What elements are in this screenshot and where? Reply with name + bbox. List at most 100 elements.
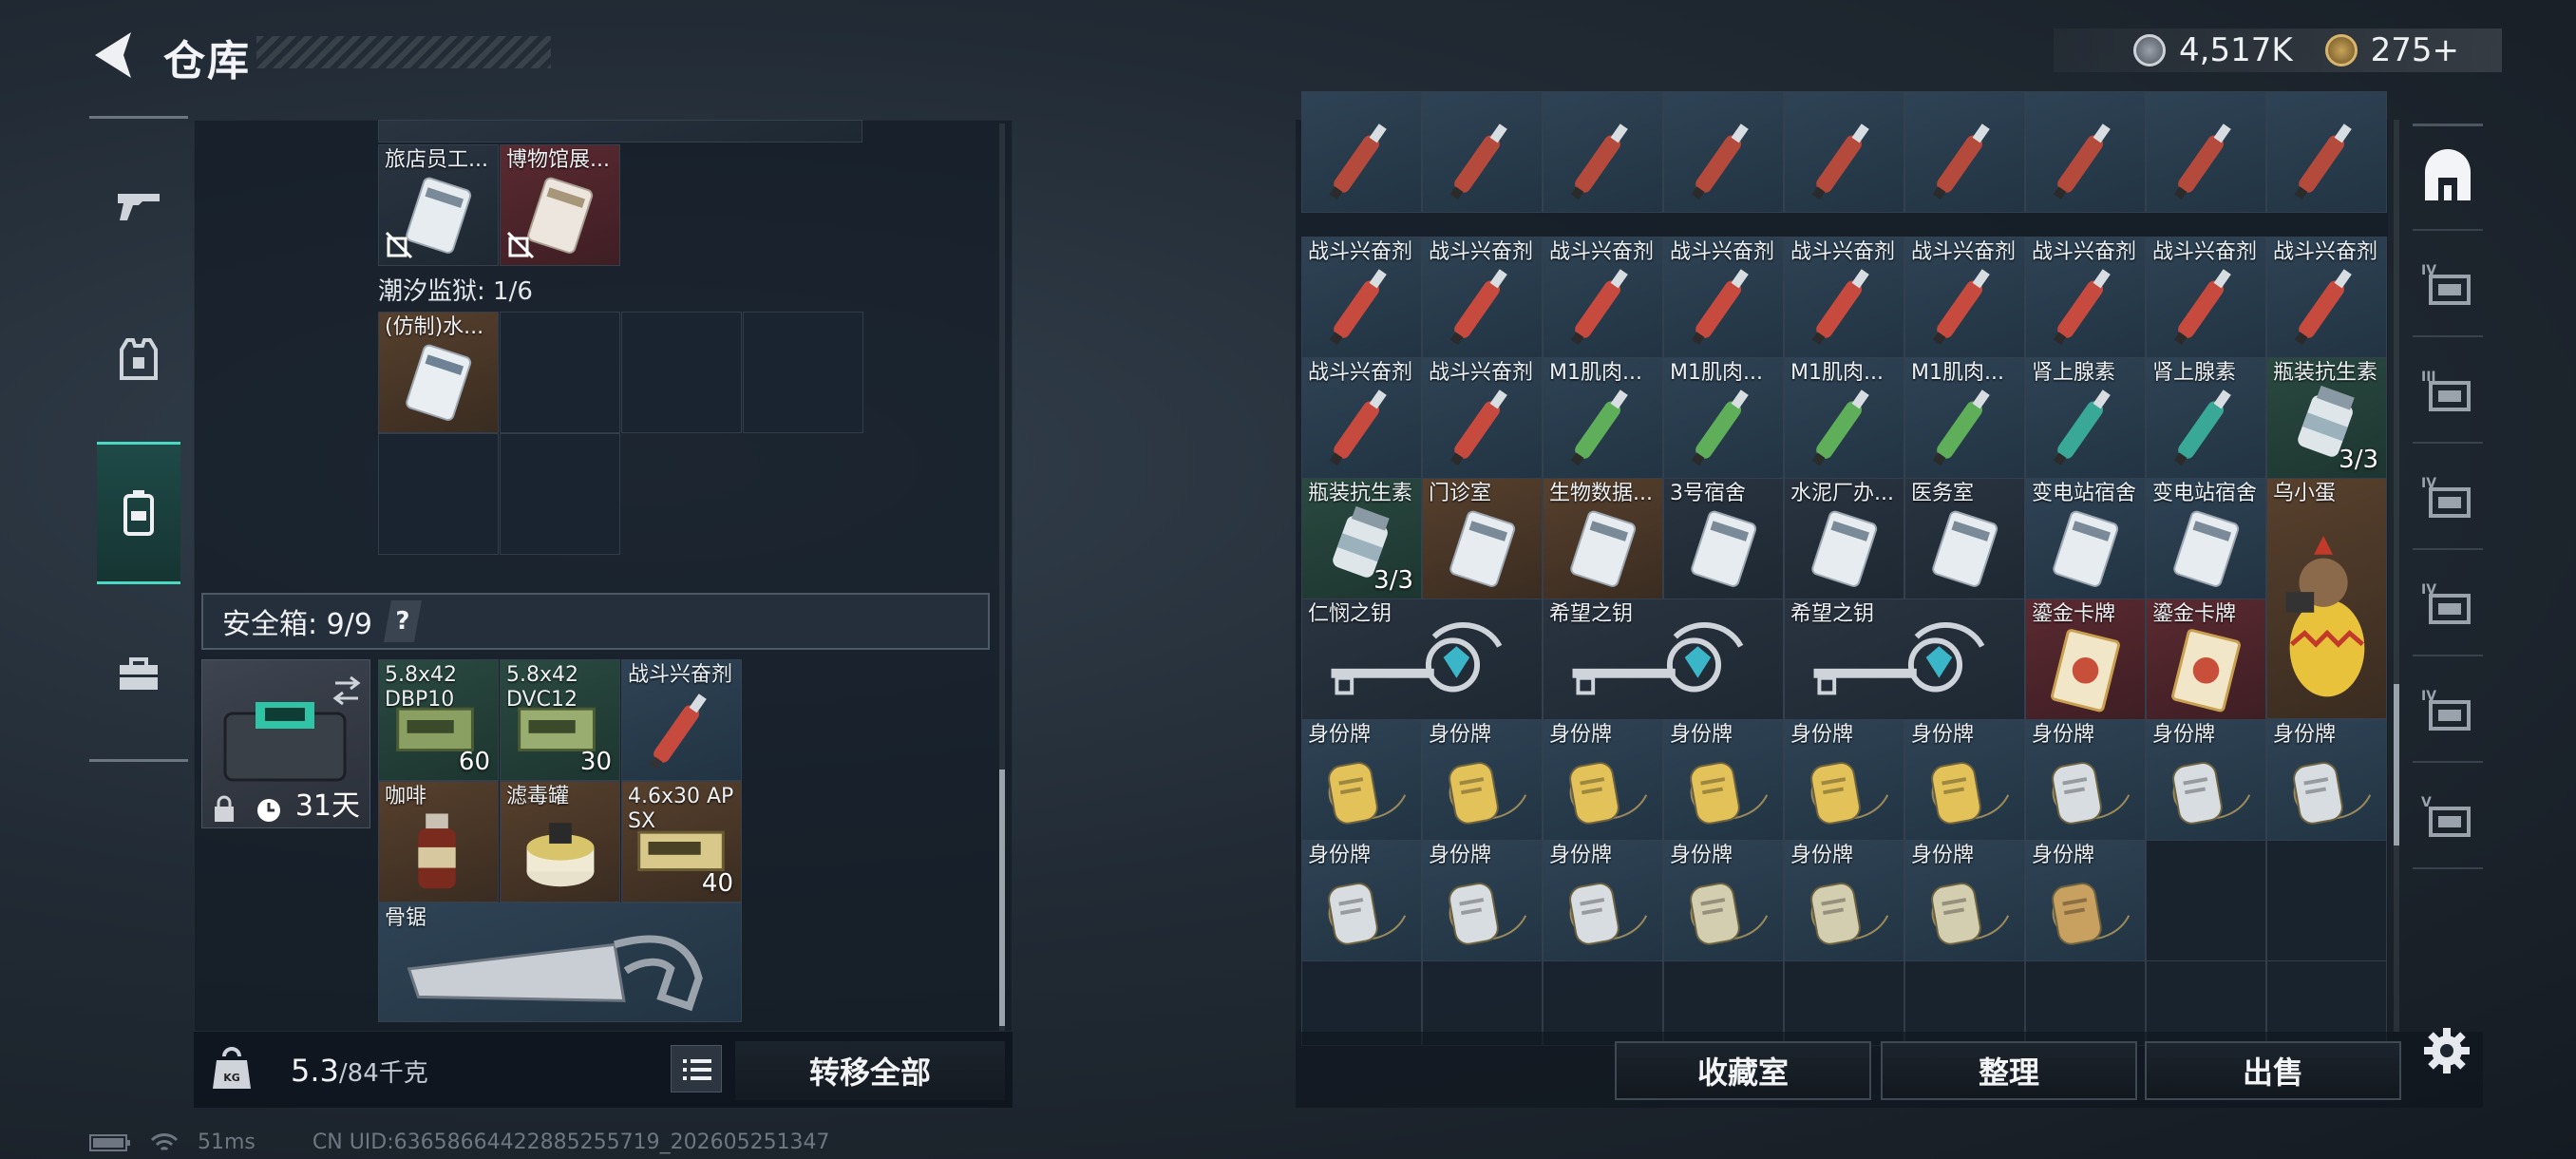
warehouse-item[interactable]: 变电站宿舍: [2025, 478, 2146, 600]
warehouse-item[interactable]: [2025, 91, 2146, 213]
warehouse-item[interactable]: 身份牌: [1543, 719, 1663, 842]
sort-button[interactable]: 整理: [1881, 1041, 2137, 1100]
settings-button[interactable]: [2418, 1022, 2475, 1079]
warehouse-item[interactable]: 战斗兴奋剂: [1422, 357, 1543, 480]
list-view-button[interactable]: [671, 1045, 722, 1092]
warehouse-item[interactable]: 医务室: [1904, 478, 2025, 600]
warehouse-tab-1[interactable]: [2413, 126, 2483, 231]
warehouse-item[interactable]: 战斗兴奋剂: [1904, 237, 2025, 359]
item-label: 医务室: [1911, 482, 1975, 506]
safebox-card[interactable]: 31天: [201, 659, 370, 828]
empty-slot[interactable]: [2266, 840, 2387, 962]
warehouse-item[interactable]: 希望之钥: [1784, 598, 2025, 720]
warehouse-item[interactable]: 战斗兴奋剂: [1663, 237, 1784, 359]
warehouse-item[interactable]: 肾上腺素: [2025, 357, 2146, 480]
safebox-item[interactable]: 4.6x30 AP SX 40: [621, 781, 742, 902]
warehouse-item[interactable]: [1301, 91, 1422, 213]
warehouse-item[interactable]: [1543, 91, 1663, 213]
collection-room-button[interactable]: 收藏室: [1615, 1041, 1871, 1100]
tab-armor[interactable]: [97, 316, 180, 402]
warehouse-item[interactable]: [1904, 91, 2025, 213]
warehouse-tab-6[interactable]: IV: [2413, 658, 2483, 763]
warehouse-item[interactable]: 战斗兴奋剂: [2146, 237, 2266, 359]
safebox-item[interactable]: 战斗兴奋剂: [621, 659, 742, 781]
warehouse-item[interactable]: 身份牌: [1663, 719, 1784, 842]
warehouse-item[interactable]: 战斗兴奋剂: [1543, 237, 1663, 359]
empty-slot[interactable]: [621, 312, 742, 433]
safebox-item[interactable]: 咖啡: [378, 781, 499, 902]
warehouse-item[interactable]: 生物数据...: [1543, 478, 1663, 600]
warehouse-scrollbar[interactable]: [2394, 120, 2399, 1032]
warehouse-item[interactable]: M1肌肉...: [1663, 357, 1784, 480]
empty-slot[interactable]: [743, 312, 863, 433]
warehouse-item[interactable]: 身份牌: [2025, 840, 2146, 962]
warehouse-item[interactable]: 身份牌: [1301, 840, 1422, 962]
warehouse-item[interactable]: 战斗兴奋剂: [2266, 237, 2387, 359]
warehouse-item[interactable]: 身份牌: [1663, 840, 1784, 962]
warehouse-item[interactable]: 瓶装抗生素 3/3: [1301, 478, 1422, 600]
warehouse-item[interactable]: 身份牌: [2266, 719, 2387, 842]
warehouse-item[interactable]: 身份牌: [1301, 719, 1422, 842]
warehouse-item[interactable]: 鎏金卡牌: [2146, 598, 2266, 721]
warehouse-scrollbar-thumb[interactable]: [2394, 684, 2399, 846]
warehouse-item[interactable]: 3号宿舍: [1663, 478, 1784, 600]
warehouse-item[interactable]: [1784, 91, 1904, 213]
warehouse-item[interactable]: 战斗兴奋剂: [1301, 357, 1422, 480]
warehouse-item[interactable]: 战斗兴奋剂: [2025, 237, 2146, 359]
warehouse-item[interactable]: 战斗兴奋剂: [1301, 237, 1422, 359]
backpack-item[interactable]: 旅店员工...: [378, 144, 499, 266]
warehouse-item[interactable]: 变电站宿舍: [2146, 478, 2266, 600]
warehouse-item[interactable]: 战斗兴奋剂: [1784, 237, 1904, 359]
warehouse-item[interactable]: [1422, 91, 1543, 213]
transfer-all-button[interactable]: 转移全部: [735, 1041, 1005, 1100]
backpack-item[interactable]: 博物馆展...: [500, 144, 620, 266]
warehouse-item[interactable]: M1肌肉...: [1784, 357, 1904, 480]
warehouse-tab-7[interactable]: V: [2413, 765, 2483, 869]
warehouse-item[interactable]: [2146, 91, 2266, 213]
warehouse-item[interactable]: 肾上腺素: [2146, 357, 2266, 480]
warehouse-item[interactable]: [2266, 91, 2387, 213]
empty-slot[interactable]: [378, 433, 499, 555]
warehouse-item[interactable]: [1663, 91, 1784, 213]
sell-button[interactable]: 出售: [2145, 1041, 2401, 1100]
warehouse-item[interactable]: 仁悯之钥: [1301, 598, 1543, 720]
safebox-item[interactable]: 骨锯: [378, 902, 742, 1022]
tab-case[interactable]: [97, 632, 180, 717]
warehouse-item[interactable]: 瓶装抗生素 3/3: [2266, 357, 2387, 480]
safebox-item[interactable]: 5.8x42 DBP10 60: [378, 659, 499, 781]
warehouse-item[interactable]: 希望之钥: [1543, 598, 1784, 720]
empty-slot[interactable]: [2146, 840, 2266, 962]
empty-slot[interactable]: [500, 312, 620, 433]
warehouse-item[interactable]: 身份牌: [1904, 719, 2025, 842]
safebox-item[interactable]: 5.8x42 DVC12 30: [500, 659, 620, 781]
warehouse-item[interactable]: 鎏金卡牌: [2025, 598, 2146, 721]
back-button[interactable]: [89, 28, 137, 82]
warehouse-tab-5[interactable]: IV: [2413, 552, 2483, 656]
warehouse-item[interactable]: 身份牌: [1784, 719, 1904, 842]
empty-slot[interactable]: [500, 433, 620, 555]
warehouse-item[interactable]: 战斗兴奋剂: [1422, 237, 1543, 359]
safebox-item[interactable]: 滤毒罐: [500, 781, 620, 902]
warehouse-item[interactable]: 身份牌: [2146, 719, 2266, 842]
item-label: 身份牌: [1790, 723, 1854, 748]
warehouse-item[interactable]: 身份牌: [2025, 719, 2146, 842]
warehouse-item[interactable]: 身份牌: [1543, 840, 1663, 962]
warehouse-tab-2[interactable]: IV: [2413, 233, 2483, 337]
help-button[interactable]: ?: [383, 600, 422, 642]
warehouse-item[interactable]: 水泥厂办...: [1784, 478, 1904, 600]
backpack-scrollbar-thumb[interactable]: [999, 770, 1005, 1026]
backpack-item[interactable]: (仿制)水...: [378, 312, 499, 433]
warehouse-item[interactable]: 身份牌: [1784, 840, 1904, 962]
tab-backpack[interactable]: [97, 442, 180, 584]
warehouse-tab-4[interactable]: IV: [2413, 446, 2483, 550]
warehouse-item[interactable]: 身份牌: [1904, 840, 2025, 962]
warehouse-item[interactable]: M1肌肉...: [1543, 357, 1663, 480]
warehouse-tab-3[interactable]: III: [2413, 339, 2483, 444]
warehouse-item[interactable]: 身份牌: [1422, 840, 1543, 962]
warehouse-item[interactable]: 门诊室: [1422, 478, 1543, 600]
item-label: 战斗兴奋剂: [1911, 240, 2017, 265]
warehouse-item[interactable]: M1肌肉...: [1904, 357, 2025, 480]
warehouse-item[interactable]: 乌小蛋: [2266, 478, 2387, 719]
tab-weapons[interactable]: [97, 162, 180, 248]
warehouse-item[interactable]: 身份牌: [1422, 719, 1543, 842]
